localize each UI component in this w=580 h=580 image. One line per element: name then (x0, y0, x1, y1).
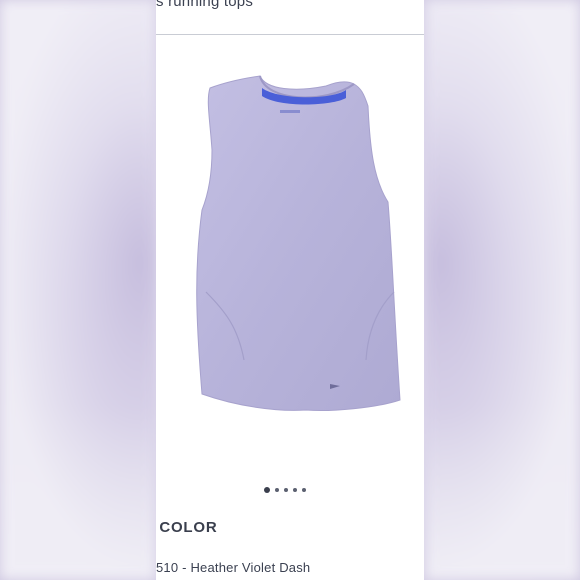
carousel-dot-5[interactable] (302, 488, 306, 492)
screenshot-frame: s running tops ' COLOR 510 - Heather Vio… (0, 0, 580, 580)
breadcrumb-title[interactable]: s running tops (156, 0, 253, 10)
color-heading: ' COLOR (156, 519, 218, 536)
carousel-dot-3[interactable] (284, 488, 288, 492)
carousel-dot-1[interactable] (264, 487, 270, 493)
carousel-dots (264, 487, 306, 493)
selected-color[interactable]: 510 - Heather Violet Dash (156, 560, 310, 575)
blurred-background-left (0, 0, 156, 580)
tank-top-body (196, 75, 401, 411)
blurred-background-right (425, 0, 580, 580)
title-divider (156, 34, 424, 35)
product-page: s running tops ' COLOR 510 - Heather Vio… (156, 0, 424, 580)
tank-top-image[interactable] (156, 60, 424, 430)
carousel-dot-4[interactable] (293, 488, 297, 492)
carousel-dot-2[interactable] (275, 488, 279, 492)
